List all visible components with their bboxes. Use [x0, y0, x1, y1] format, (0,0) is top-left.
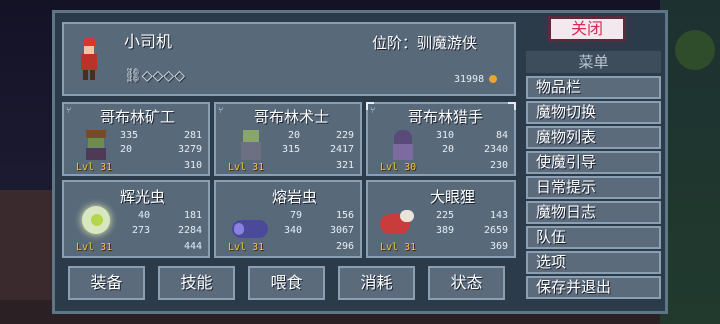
consume-button[interactable]: 消耗 [338, 266, 415, 300]
monster-card-big-eye-raccoon[interactable]: 大眼狸 Lvl 31 225 389 143 2659 369 [366, 180, 516, 258]
monster-atk: 40 [138, 210, 151, 221]
tree-leaves [675, 30, 715, 70]
monster-card-goblin-hunter[interactable]: ⑂ 哥布林猎手 Lvl 30 310 20 84 2340 230 [366, 102, 516, 176]
monster-hp: 84 [496, 130, 509, 141]
monster-def: 389 [436, 225, 455, 236]
monster-def: 20 [442, 144, 455, 155]
skills-button[interactable]: 技能 [158, 266, 235, 300]
monster-name: 哥布林矿工 [100, 108, 176, 126]
monster-level: Lvl 31 [76, 162, 113, 173]
menu-item-daily-tips[interactable]: 日常提示 [526, 176, 661, 199]
monster-card-glowbug[interactable]: 辉光虫 Lvl 31 40 273 181 2284 444 [62, 180, 210, 258]
glowbug-sprite [82, 206, 110, 234]
selection-corner [508, 102, 516, 110]
monster-def: 20 [120, 144, 133, 155]
goblin-hunter-sprite [390, 130, 416, 162]
monster-name: 大眼狸 [430, 188, 476, 206]
monster-hp: 156 [336, 210, 355, 221]
monster-name: 辉光虫 [120, 188, 166, 206]
menu-item-party[interactable]: 队伍 [526, 226, 661, 249]
monster-hp2: 3279 [178, 144, 203, 155]
goblin-miner-sprite [82, 130, 110, 162]
monster-hp: 281 [184, 130, 203, 141]
monster-food: 444 [184, 241, 203, 252]
monster-level: Lvl 31 [76, 242, 113, 253]
menu-item-familiar-guide[interactable]: 使魔引导 [526, 151, 661, 174]
monster-hp2: 3067 [330, 225, 355, 236]
monster-hp2: 2284 [178, 225, 203, 236]
player-name: 小司机 [124, 32, 173, 51]
monster-level: Lvl 30 [380, 162, 417, 173]
monster-hp2: 2417 [330, 144, 355, 155]
monster-hp: 181 [184, 210, 203, 221]
monster-food: 310 [184, 160, 203, 171]
monster-def: 315 [282, 144, 301, 155]
monster-atk: 79 [290, 210, 303, 221]
monster-atk: 335 [120, 130, 139, 141]
monster-hp: 229 [336, 130, 355, 141]
monster-level: Lvl 31 [228, 242, 265, 253]
monster-def: 340 [284, 225, 303, 236]
close-button[interactable]: 关闭 [548, 16, 626, 42]
key-icons: ⛓◇◇◇◇ [124, 68, 185, 84]
monster-name: 熔岩虫 [272, 188, 318, 206]
menu-item-monster-list[interactable]: 魔物列表 [526, 126, 661, 149]
raccoon-sprite [380, 208, 416, 236]
player-rank: 位阶：驯魔游侠 [372, 34, 478, 52]
monster-atk: 310 [436, 130, 455, 141]
equip-button[interactable]: 装备 [68, 266, 145, 300]
monster-card-goblin-miner[interactable]: ⑂ 哥布林矿工 Lvl 31 335 20 281 3279 310 [62, 102, 210, 176]
monster-hp2: 2659 [484, 225, 509, 236]
gold-amount: 31998 [454, 74, 485, 85]
menu-item-save-exit[interactable]: 保存并退出 [526, 276, 661, 299]
menu-item-inventory[interactable]: 物品栏 [526, 76, 661, 99]
monster-food: 296 [336, 241, 355, 252]
monster-food: 369 [490, 241, 509, 252]
fork-icon: ⑂ [66, 106, 72, 116]
status-button[interactable]: 状态 [428, 266, 505, 300]
monster-atk: 20 [288, 130, 301, 141]
monster-name: 哥布林猎手 [408, 108, 484, 126]
goblin-warlock-sprite [238, 130, 264, 162]
coin-icon [489, 75, 497, 83]
lava-worm-sprite [232, 220, 268, 238]
monster-def: 273 [132, 225, 151, 236]
menu-item-options[interactable]: 选项 [526, 251, 661, 274]
menu-item-monster-log[interactable]: 魔物日志 [526, 201, 661, 224]
feed-button[interactable]: 喂食 [248, 266, 325, 300]
monster-food: 321 [336, 160, 355, 171]
fork-icon: ⑂ [218, 106, 224, 116]
monster-food: 230 [490, 160, 509, 171]
monster-hp2: 2340 [484, 144, 509, 155]
monster-atk: 225 [436, 210, 455, 221]
monster-card-goblin-warlock[interactable]: ⑂ 哥布林术士 Lvl 31 20 315 229 2417 321 [214, 102, 362, 176]
monster-card-lava-worm[interactable]: 熔岩虫 Lvl 31 79 340 156 3067 296 [214, 180, 362, 258]
player-panel: 小司机 位阶：驯魔游侠 ⛓◇◇◇◇ 31998 [62, 22, 516, 96]
fork-icon: ⑂ [370, 106, 376, 116]
monster-level: Lvl 31 [380, 242, 417, 253]
menu-item-monster-switch[interactable]: 魔物切换 [526, 101, 661, 124]
menu-title: 菜单 [526, 51, 661, 73]
monster-name: 哥布林术士 [254, 108, 330, 126]
monster-level: Lvl 31 [228, 162, 265, 173]
player-avatar [78, 38, 100, 82]
monster-hp: 143 [490, 210, 509, 221]
